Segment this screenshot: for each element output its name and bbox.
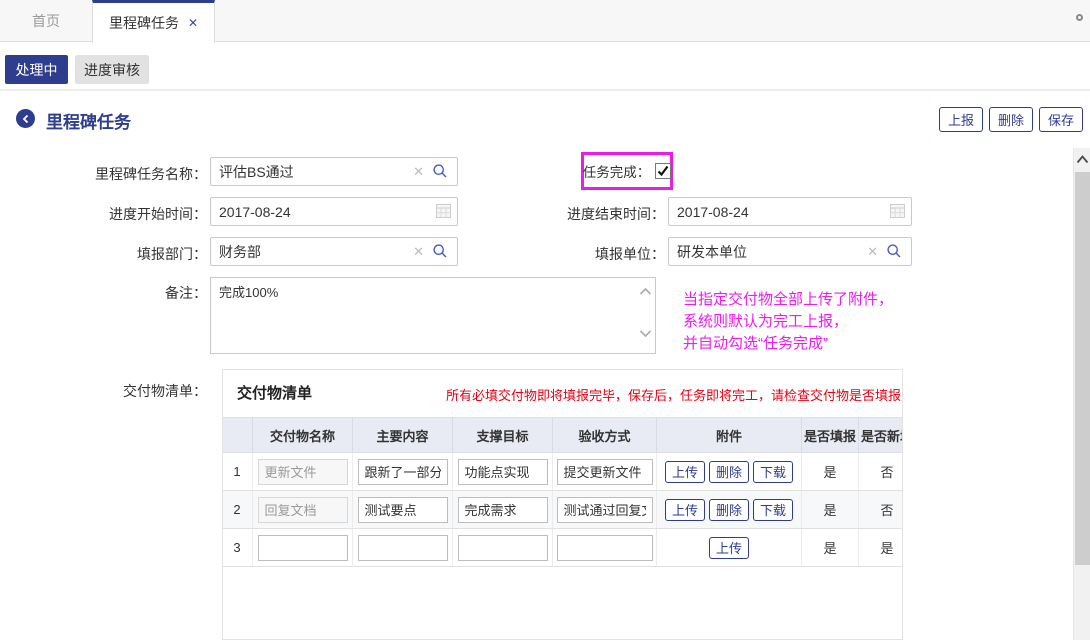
scrollbar-up-icon[interactable] [1074, 150, 1090, 168]
remark-textarea[interactable]: 完成100% [210, 277, 656, 354]
deliverable-name-input[interactable] [258, 459, 348, 485]
table-row: 3 上传 是 是 [222, 529, 903, 567]
new-flag: 是 [859, 529, 903, 566]
filled-flag: 是 [802, 491, 859, 528]
unit-field: ✕ [668, 237, 912, 266]
scrollbar-thumb[interactable] [1075, 172, 1090, 565]
tab-close-icon[interactable]: ✕ [188, 16, 198, 30]
remark-scroll-up-icon[interactable] [639, 283, 652, 299]
milestone-task-screen: 首页 里程碑任务 ✕ 处理中 进度审核 里程碑任务 上报 删除 保存 里程碑任务… [0, 0, 1090, 640]
deliverable-content-input[interactable] [358, 497, 448, 523]
task-name-clear-icon[interactable]: ✕ [413, 164, 424, 180]
end-date-field [668, 197, 912, 226]
task-done-highlight-box: 任务完成： [581, 152, 673, 190]
deliverable-target-input[interactable] [458, 497, 548, 523]
table-row: 1 上传 删除 下载 是 否 [222, 453, 903, 491]
delete-button[interactable]: 删除 [989, 107, 1033, 132]
new-flag: 否 [859, 453, 903, 490]
end-date-input[interactable] [668, 197, 912, 226]
delete-attachment-button[interactable]: 删除 [709, 461, 749, 483]
tab-bar: 首页 里程碑任务 ✕ [0, 0, 1090, 42]
start-date-calendar-icon[interactable] [436, 204, 451, 221]
col-new: 是否新增 [859, 418, 903, 452]
deliverable-name-input[interactable] [258, 497, 348, 523]
upload-button[interactable]: 上传 [709, 537, 749, 559]
remark-scroll-down-icon[interactable] [639, 325, 652, 341]
deliverable-content-input[interactable] [358, 459, 448, 485]
remark-field: 完成100% [210, 277, 656, 354]
page-header: 里程碑任务 上报 删除 保存 [0, 93, 1090, 145]
deliverable-target-input[interactable] [458, 535, 548, 561]
deliverable-acceptance-input[interactable] [557, 459, 653, 485]
col-name: 交付物名称 [253, 418, 353, 452]
delete-attachment-button[interactable]: 删除 [709, 499, 749, 521]
save-button[interactable]: 保存 [1039, 107, 1083, 132]
back-button[interactable] [16, 109, 35, 128]
task-name-search-icon[interactable] [432, 163, 448, 182]
unit-search-icon[interactable] [886, 243, 902, 262]
unit-clear-icon[interactable]: ✕ [867, 244, 878, 260]
status-toolbar: 处理中 进度审核 [0, 42, 1090, 91]
deliverable-target-input[interactable] [458, 459, 548, 485]
annotation-line: 系统则默认为完工上报， [683, 311, 893, 333]
deliverable-name-input[interactable] [258, 535, 348, 561]
back-chevron-icon [21, 114, 31, 124]
task-done-label: 任务完成： [583, 161, 651, 181]
page-title: 里程碑任务 [46, 108, 131, 133]
filled-flag: 是 [802, 529, 859, 566]
progress-review-tab-button[interactable]: 进度审核 [75, 55, 149, 84]
start-date-label: 进度开始时间： [7, 204, 207, 224]
end-date-calendar-icon[interactable] [890, 204, 905, 221]
col-index [222, 418, 253, 452]
deliverable-content-input[interactable] [358, 535, 448, 561]
vertical-scrollbar[interactable] [1073, 148, 1090, 640]
task-name-label: 里程碑任务名称： [7, 164, 207, 184]
task-name-field: ✕ [210, 157, 458, 186]
report-button[interactable]: 上报 [939, 107, 983, 132]
annotation-line: 当指定交付物全部上传了附件， [683, 289, 893, 311]
department-field: ✕ [210, 237, 458, 266]
row-index: 3 [222, 529, 253, 566]
upload-button[interactable]: 上传 [665, 461, 705, 483]
col-acceptance: 验收方式 [553, 418, 657, 452]
deliverables-field-label: 交付物清单： [7, 381, 207, 401]
remark-label: 备注： [7, 283, 207, 303]
download-button[interactable]: 下载 [753, 461, 793, 483]
table-row: 2 上传 删除 下载 是 否 [222, 491, 903, 529]
col-filled: 是否填报 [802, 418, 859, 452]
new-flag: 否 [859, 491, 903, 528]
processing-tab-button[interactable]: 处理中 [5, 55, 68, 84]
row-index: 1 [222, 453, 253, 490]
deliverable-acceptance-input[interactable] [557, 535, 653, 561]
col-content: 主要内容 [353, 418, 453, 452]
checkmark-icon [656, 164, 670, 178]
col-target: 支撑目标 [453, 418, 553, 452]
deliverables-warning: 所有必填交付物即将填报完毕，保存后，任务即将完工，请检查交付物是否填报完整。 [446, 385, 903, 404]
deliverable-acceptance-input[interactable] [557, 497, 653, 523]
task-done-checkbox[interactable] [655, 163, 671, 179]
download-button[interactable]: 下载 [753, 499, 793, 521]
corner-dot-icon [1076, 14, 1083, 21]
filled-flag: 是 [802, 453, 859, 490]
start-date-input[interactable] [210, 197, 458, 226]
tab-milestone-task[interactable]: 里程碑任务 ✕ [92, 0, 215, 43]
deliverables-panel: 交付物清单 所有必填交付物即将填报完毕，保存后，任务即将完工，请检查交付物是否填… [222, 369, 903, 640]
unit-label: 填报单位： [465, 244, 665, 264]
department-search-icon[interactable] [432, 243, 448, 262]
annotation-note: 当指定交付物全部上传了附件， 系统则默认为完工上报， 并自动勾选“任务完成” [683, 289, 893, 355]
end-date-label: 进度结束时间： [465, 204, 665, 224]
upload-button[interactable]: 上传 [665, 499, 705, 521]
deliverables-title: 交付物清单 [237, 382, 312, 403]
department-label: 填报部门： [7, 244, 207, 264]
tab-milestone-task-label: 里程碑任务 [109, 13, 179, 33]
tab-home[interactable]: 首页 [0, 0, 92, 42]
deliverables-table: 交付物名称 主要内容 支撑目标 验收方式 附件 是否填报 是否新增 1 上传 删… [222, 417, 903, 567]
col-attachment: 附件 [657, 418, 802, 452]
start-date-field [210, 197, 458, 226]
annotation-line: 并自动勾选“任务完成” [683, 333, 893, 355]
row-index: 2 [222, 491, 253, 528]
table-header-row: 交付物名称 主要内容 支撑目标 验收方式 附件 是否填报 是否新增 [222, 417, 903, 453]
department-clear-icon[interactable]: ✕ [413, 244, 424, 260]
